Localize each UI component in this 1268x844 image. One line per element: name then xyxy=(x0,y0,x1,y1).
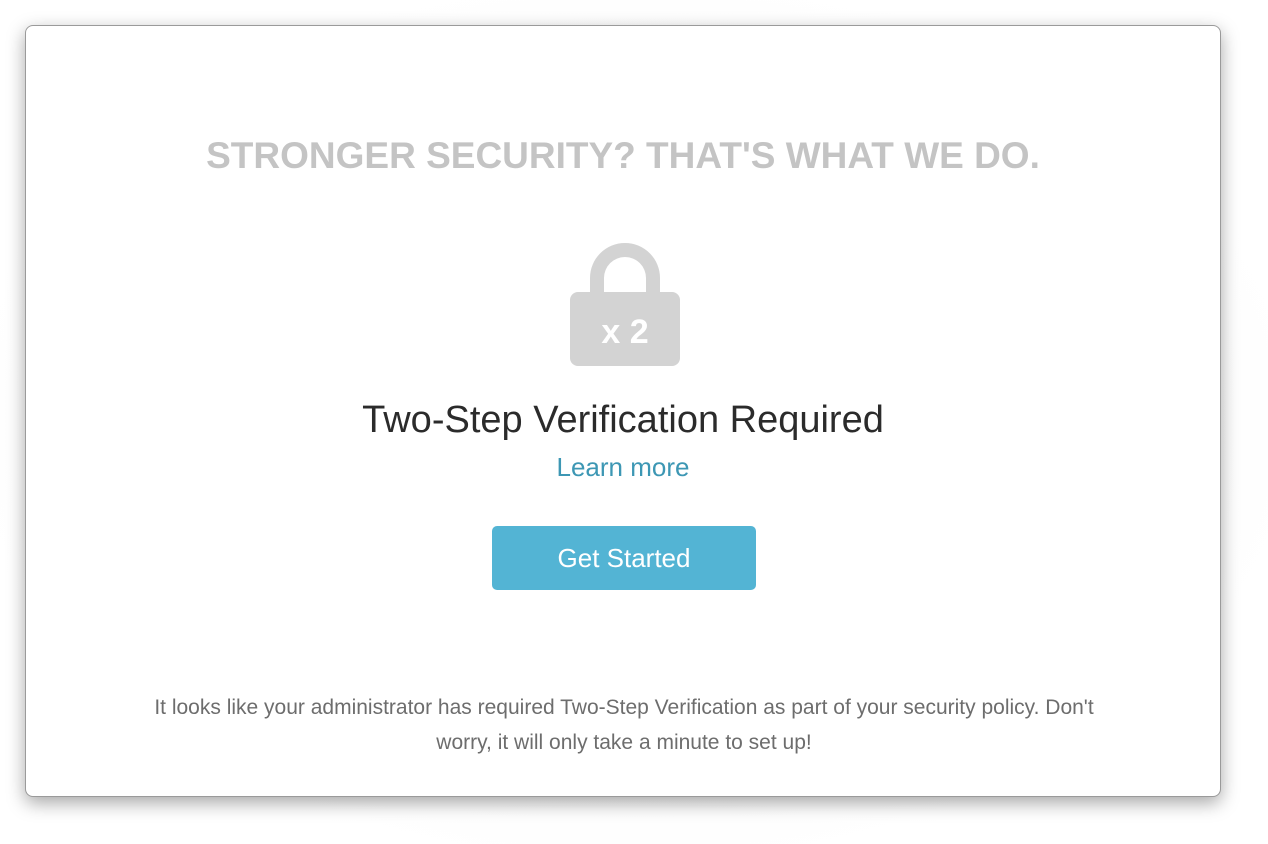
lock-multiplier-label: x 2 xyxy=(601,313,648,351)
security-headline: STRONGER SECURITY? THAT'S WHAT WE DO. xyxy=(206,135,1040,176)
learn-more-row: Learn more xyxy=(26,450,1220,484)
two-step-modal: STRONGER SECURITY? THAT'S WHAT WE DO. x … xyxy=(25,25,1221,797)
administrator-notice: It looks like your administrator has req… xyxy=(154,696,1094,754)
modal-title: Two-Step Verification Required xyxy=(362,399,884,441)
get-started-button[interactable]: Get Started xyxy=(492,526,756,590)
learn-more-link[interactable]: Learn more xyxy=(557,452,690,482)
padlock-icon: x 2 xyxy=(570,243,680,366)
